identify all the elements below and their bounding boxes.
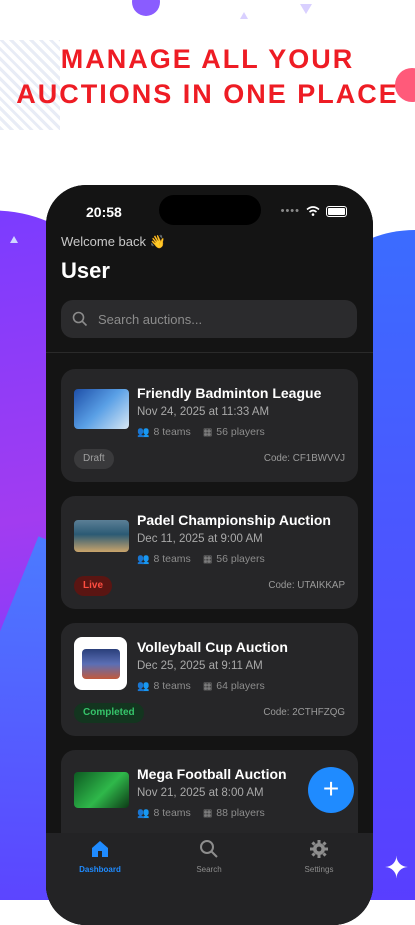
auction-title: Volleyball Cup Auction (137, 639, 288, 655)
search-icon (72, 311, 88, 327)
dynamic-island (159, 195, 261, 225)
players-icon: ▦ (202, 808, 213, 819)
auction-thumbnail (74, 520, 129, 552)
auction-meta: 👥 8 teams ▦ 64 players (137, 680, 265, 692)
wifi-icon (306, 206, 320, 216)
triangle-decoration (10, 236, 18, 243)
triangle-decoration (300, 4, 312, 14)
auction-meta: 👥 8 teams ▦ 56 players (137, 426, 265, 438)
auction-title: Friendly Badminton League (137, 385, 322, 401)
auction-title: Mega Football Auction (137, 766, 287, 782)
auction-meta: 👥 8 teams ▦ 88 players (137, 807, 265, 819)
triangle-decoration (240, 12, 248, 19)
auction-date: Nov 21, 2025 at 8:00 AM (137, 787, 264, 799)
auction-card[interactable]: Volleyball Cup Auction Dec 25, 2025 at 9… (61, 623, 358, 736)
auction-card[interactable]: Friendly Badminton League Nov 24, 2025 a… (61, 369, 358, 482)
tab-label: Dashboard (79, 865, 121, 874)
status-time: 20:58 (86, 204, 122, 220)
auction-card[interactable]: Padel Championship Auction Dec 11, 2025 … (61, 496, 358, 609)
promo-headline: MANAGE ALL YOUR AUCTIONS IN ONE PLACE (16, 44, 399, 109)
players-icon: ▦ (202, 554, 213, 565)
teams-icon: 👥 (137, 554, 150, 565)
header-divider (46, 352, 373, 353)
status-badge: Draft (74, 449, 114, 469)
tab-search[interactable]: Search (169, 838, 249, 874)
welcome-text: Welcome back 👋 (61, 234, 166, 249)
phone-frame: 20:58 •••• Welcome back 👋 User Search au… (46, 185, 373, 925)
status-bar: 20:58 •••• (46, 185, 373, 235)
home-icon (92, 841, 108, 857)
status-badge: Completed (74, 703, 144, 723)
status-badge: Live (74, 576, 113, 596)
teams-icon: 👥 (137, 427, 150, 438)
team-count: 8 teams (153, 807, 191, 819)
auction-thumbnail (74, 637, 127, 690)
gear-icon (310, 840, 328, 858)
signal-icon: •••• (280, 205, 300, 217)
auction-thumbnail (74, 772, 129, 808)
players-icon: ▦ (202, 681, 213, 692)
player-count: 56 players (216, 426, 265, 438)
status-icons: •••• (281, 205, 347, 217)
auction-date: Dec 25, 2025 at 9:11 AM (137, 660, 263, 672)
battery-icon (326, 205, 347, 217)
auction-date: Nov 24, 2025 at 11:33 AM (137, 406, 270, 418)
auction-date: Dec 11, 2025 at 9:00 AM (137, 533, 263, 545)
tab-settings[interactable]: Settings (279, 838, 359, 874)
player-count: 56 players (216, 553, 265, 565)
players-icon: ▦ (202, 427, 213, 438)
user-name: User (61, 258, 110, 283)
auction-title: Padel Championship Auction (137, 512, 331, 528)
search-icon (200, 840, 218, 858)
auction-code: Code: 2CTHFZQG (263, 707, 345, 718)
app-screen: 20:58 •••• Welcome back 👋 User Search au… (46, 185, 373, 925)
tab-label: Search (196, 865, 222, 874)
player-count: 64 players (216, 680, 265, 692)
auction-meta: 👥 8 teams ▦ 56 players (137, 553, 265, 565)
auction-code: Code: UTAIKKAP (268, 580, 345, 591)
sparkle-icon: ✦ (383, 852, 409, 885)
teams-icon: 👥 (137, 808, 150, 819)
player-count: 88 players (216, 807, 265, 819)
auction-code: Code: CF1BWVVJ (263, 453, 345, 464)
tab-label: Settings (304, 865, 334, 874)
tab-dashboard[interactable]: Dashboard (60, 838, 140, 874)
bottom-tab-bar: Dashboard Search Settings (46, 833, 373, 925)
search-input[interactable] (96, 310, 340, 328)
add-auction-button[interactable]: + (308, 767, 354, 813)
auction-thumbnail (74, 389, 129, 429)
team-count: 8 teams (153, 553, 191, 565)
purple-dot (132, 0, 160, 16)
team-count: 8 teams (153, 680, 191, 692)
teams-icon: 👥 (137, 681, 150, 692)
volleyball-logo (81, 648, 120, 679)
search-bar[interactable] (61, 300, 357, 338)
team-count: 8 teams (153, 426, 191, 438)
